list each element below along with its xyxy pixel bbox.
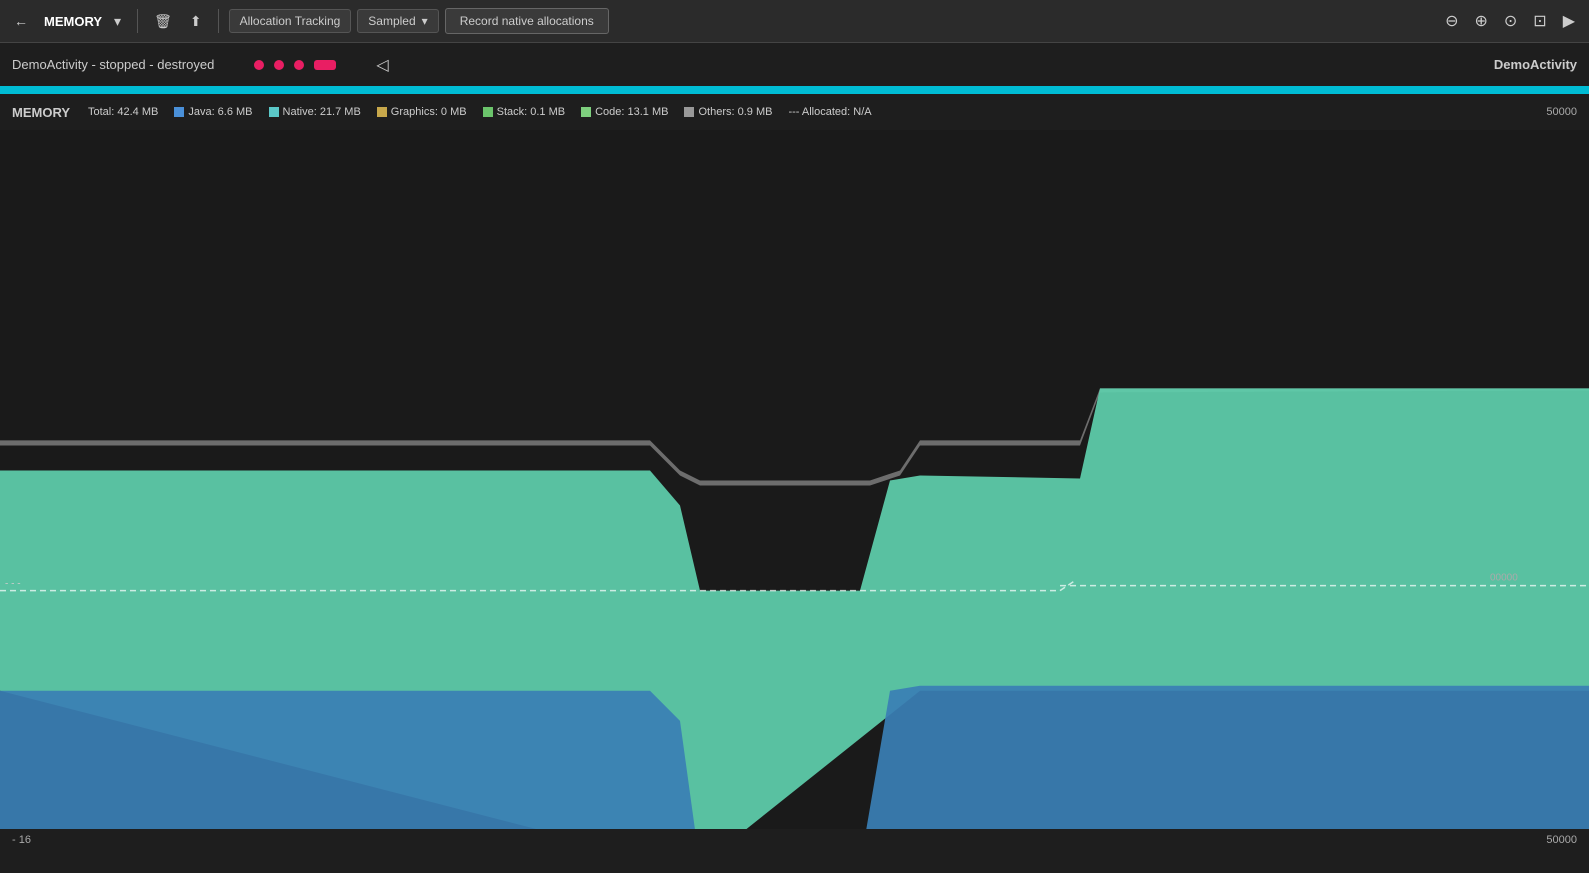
export-button[interactable]: ⬆ — [184, 9, 208, 34]
activity-dot-2 — [274, 60, 284, 70]
graphics-item: Graphics: 0 MB — [377, 106, 467, 118]
zoom-fit-icon: ⊡ — [1533, 13, 1546, 30]
java-label: Java: 6.6 MB — [188, 106, 252, 118]
sampled-button[interactable]: Sampled ▾ — [357, 9, 438, 33]
native-label: Native: 21.7 MB — [283, 106, 361, 118]
record-native-label: Record native allocations — [460, 14, 594, 28]
progress-bar-container — [0, 86, 1589, 94]
svg-text:00000: 00000 — [1490, 573, 1518, 584]
native-item: Native: 21.7 MB — [269, 106, 361, 118]
memory-title: MEMORY — [44, 14, 102, 29]
stack-label: Stack: 0.1 MB — [497, 106, 565, 118]
code-label: Code: 13.1 MB — [595, 106, 668, 118]
memory-total: Total: 42.4 MB — [88, 106, 158, 118]
zoom-reset-button[interactable]: ⊙ — [1498, 9, 1523, 33]
zoom-fit-button[interactable]: ⊡ — [1527, 9, 1552, 33]
activity-dot-3 — [294, 60, 304, 70]
code-color-box — [581, 107, 591, 117]
svg-text:- - -: - - - — [5, 579, 21, 590]
playhead-icon: ◁ — [376, 55, 388, 75]
activity-title: DemoActivity - stopped - destroyed — [12, 57, 214, 72]
back-icon: ← — [14, 13, 28, 29]
chart-area: - 48 MB - - - 00000 - 16 50000 — [0, 130, 1589, 851]
zoom-reset-icon: ⊙ — [1504, 13, 1517, 30]
separator2 — [218, 9, 219, 33]
allocated-label: --- Allocated: N/A — [788, 106, 871, 118]
native-color-box — [269, 107, 279, 117]
graphics-label: Graphics: 0 MB — [391, 106, 467, 118]
delete-icon: 🗑 — [154, 13, 172, 30]
activity-dot-1 — [254, 60, 264, 70]
memory-label: MEMORY — [12, 105, 72, 120]
others-label: Others: 0.9 MB — [698, 106, 772, 118]
record-native-button[interactable]: Record native allocations — [445, 8, 609, 34]
toolbar: ← MEMORY ▾ 🗑 ⬆ Allocation Tracking Sampl… — [0, 0, 1589, 43]
back-button[interactable]: ← — [8, 9, 34, 33]
delete-button[interactable]: 🗑 — [148, 9, 178, 34]
graphics-color-box — [377, 107, 387, 117]
activity-right-label: DemoActivity — [1494, 57, 1577, 72]
stack-color-box — [483, 107, 493, 117]
zoom-in-button[interactable]: ⊕ — [1468, 9, 1493, 33]
allocation-tracking-button[interactable]: Allocation Tracking — [229, 9, 352, 33]
bottom-bar: - 16 50000 — [0, 829, 1589, 851]
memory-chart: - - - 00000 — [0, 130, 1589, 851]
sampled-label: Sampled — [368, 14, 415, 28]
progress-bar-fill — [0, 86, 1081, 94]
dropdown-button[interactable]: ▾ — [108, 9, 127, 34]
zoom-out-icon: ⊖ — [1445, 13, 1458, 30]
allocation-tracking-label: Allocation Tracking — [240, 14, 341, 28]
separator — [137, 9, 138, 33]
java-item: Java: 6.6 MB — [174, 106, 252, 118]
scale-top-right: 50000 — [1546, 106, 1577, 118]
bottom-right-label: 50000 — [1546, 834, 1577, 846]
stack-item: Stack: 0.1 MB — [483, 106, 565, 118]
dropdown-icon: ▾ — [114, 13, 121, 30]
play-icon: ▶ — [1563, 13, 1575, 30]
others-color-box — [684, 107, 694, 117]
zoom-in-icon: ⊕ — [1474, 13, 1487, 30]
play-button[interactable]: ▶ — [1557, 9, 1581, 33]
bottom-left-label: - 16 — [12, 834, 31, 846]
java-color-box — [174, 107, 184, 117]
sampled-dropdown-icon: ▾ — [422, 14, 428, 28]
memory-header: MEMORY Total: 42.4 MB Java: 6.6 MB Nativ… — [0, 94, 1589, 130]
export-icon: ⬆ — [190, 13, 202, 30]
activity-bar: DemoActivity - stopped - destroyed ◁ Dem… — [0, 43, 1589, 86]
zoom-controls: ⊖ ⊕ ⊙ ⊡ ▶ — [1439, 9, 1581, 33]
activity-rect — [314, 60, 336, 70]
zoom-out-button[interactable]: ⊖ — [1439, 9, 1464, 33]
code-item: Code: 13.1 MB — [581, 106, 668, 118]
allocated-item: --- Allocated: N/A — [788, 106, 871, 118]
others-item: Others: 0.9 MB — [684, 106, 772, 118]
progress-bar-right — [1081, 86, 1589, 94]
